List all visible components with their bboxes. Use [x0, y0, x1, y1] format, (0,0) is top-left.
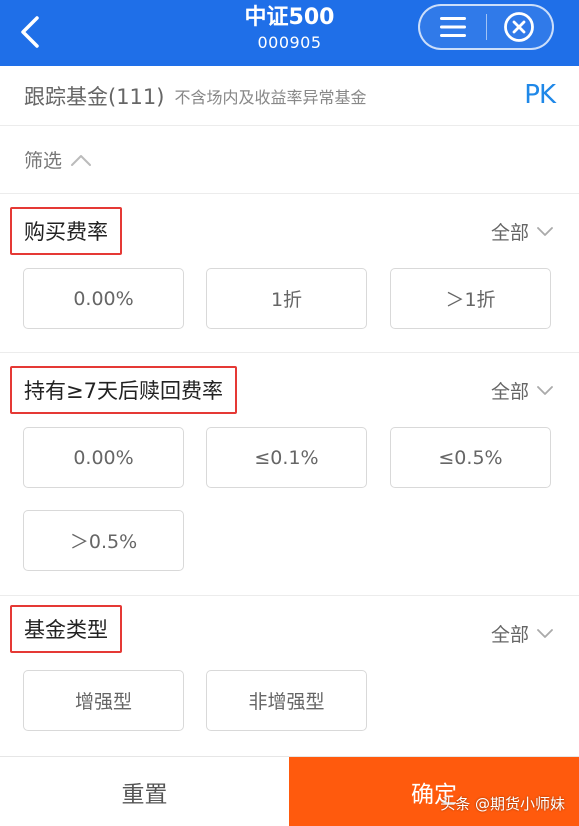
chevron-down-icon: [537, 628, 553, 638]
chevron-down-icon: [537, 385, 553, 395]
fund-type-title: 基金类型: [10, 605, 122, 653]
fund-type-section: 基金类型 全部 增强型 非增强型: [0, 596, 579, 756]
filter-toggle[interactable]: 筛选: [0, 126, 579, 194]
action-bar: 重置 确定: [0, 756, 579, 826]
redemption-fee-title: 持有≥7天后赎回费率: [10, 366, 237, 414]
redemption-fee-option-gt-0-5[interactable]: ＞0.5%: [23, 510, 184, 571]
tracking-fund-count: 跟踪基金(111): [24, 84, 165, 109]
chevron-up-icon: [71, 154, 92, 166]
purchase-fee-all-dropdown[interactable]: 全部: [491, 218, 553, 245]
fund-type-all-label: 全部: [490, 624, 529, 646]
fund-type-all-dropdown[interactable]: 全部: [491, 620, 553, 647]
redemption-fee-all-dropdown[interactable]: 全部: [491, 377, 553, 404]
purchase-fee-option-one-discount[interactable]: 1折: [206, 268, 367, 329]
chevron-down-icon: [537, 226, 553, 236]
tracking-fund-note: 不含场内及收益率异常基金: [174, 87, 367, 107]
redemption-fee-section: 持有≥7天后赎回费率 全部 0.00% ≤0.1% ≤0.5% ＞0.5%: [0, 353, 579, 596]
top-nav-bar: 中证500 000905: [0, 0, 579, 66]
redemption-fee-option-le-0-1[interactable]: ≤0.1%: [206, 427, 367, 488]
fund-type-option-enhanced[interactable]: 增强型: [23, 670, 184, 731]
menu-icon: [439, 17, 466, 37]
redemption-fee-option-le-0-5[interactable]: ≤0.5%: [390, 427, 551, 488]
redemption-fee-option-zero[interactable]: 0.00%: [23, 427, 184, 488]
purchase-fee-option-zero[interactable]: 0.00%: [23, 268, 184, 329]
purchase-fee-option-above-one-discount[interactable]: ＞1折: [390, 268, 551, 329]
tracking-fund-row: 跟踪基金(111) 不含场内及收益率异常基金 PK: [0, 66, 579, 126]
close-button[interactable]: [487, 6, 553, 48]
purchase-fee-section: 购买费率 全部 0.00% 1折 ＞1折: [0, 194, 579, 353]
reset-button[interactable]: 重置: [0, 757, 289, 826]
redemption-fee-all-label: 全部: [490, 381, 529, 403]
watermark: 头条 @期货小师妹: [440, 795, 565, 813]
pk-button[interactable]: PK: [524, 80, 556, 110]
close-circle-icon: [504, 12, 535, 42]
fund-type-option-non-enhanced[interactable]: 非增强型: [206, 670, 367, 731]
filter-label: 筛选: [24, 150, 63, 172]
menu-button[interactable]: [420, 6, 486, 48]
confirm-button[interactable]: 确定: [289, 757, 579, 826]
mini-program-capsule: [418, 4, 554, 50]
purchase-fee-all-label: 全部: [490, 222, 529, 244]
purchase-fee-title: 购买费率: [10, 207, 122, 255]
